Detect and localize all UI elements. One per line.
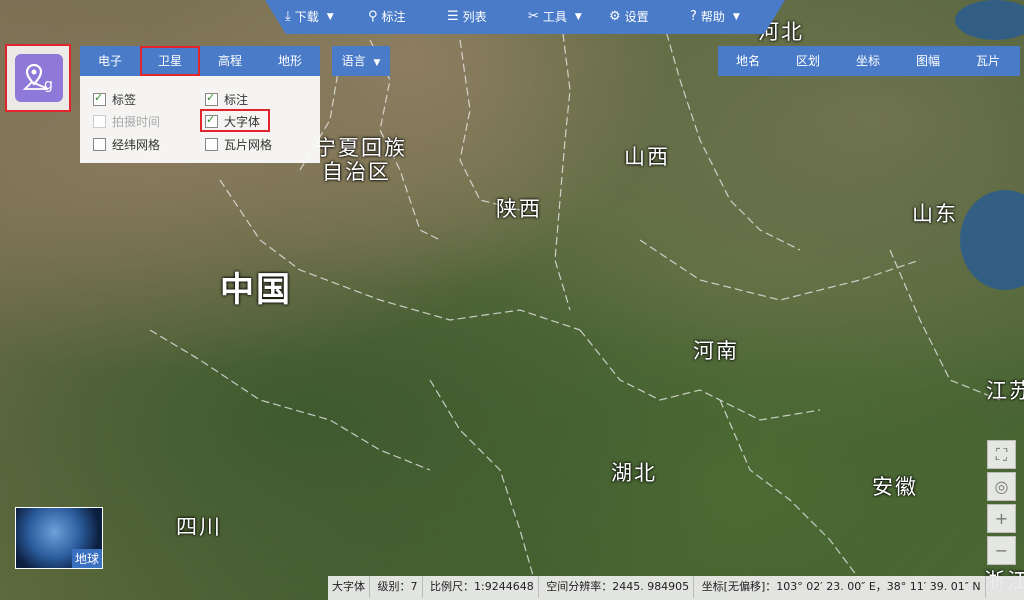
right-tabs: 地名 区划 坐标 图幅 瓦片 xyxy=(718,46,1020,76)
download-label: 下载 xyxy=(294,10,319,24)
map-pin-icon: g xyxy=(15,54,63,102)
annotation-text: 标注 xyxy=(224,93,249,107)
graticule-checkbox[interactable] xyxy=(93,138,106,151)
help-label: 帮助 xyxy=(700,10,725,24)
globe-view-button[interactable]: 地球 xyxy=(15,507,103,569)
capture-time-checkbox xyxy=(93,115,106,128)
status-level: 级别：7 xyxy=(374,576,423,598)
download-menu[interactable]: ⤓ 下载 ▼ xyxy=(285,0,334,34)
country-label: 中国 xyxy=(220,270,292,310)
layer-switch-button[interactable]: g xyxy=(5,44,71,112)
tab-divisions[interactable]: 区划 xyxy=(778,46,838,76)
region-label: 河南 xyxy=(693,339,739,363)
tab-satellite[interactable]: 卫星 xyxy=(140,46,200,76)
region-label: 山西 xyxy=(624,145,670,169)
region-label: 山东 xyxy=(912,202,958,226)
region-label: 安徽 xyxy=(872,475,918,499)
tools-label: 工具 xyxy=(542,10,567,24)
tab-elevation[interactable]: 高程 xyxy=(200,46,260,76)
tab-coordinates[interactable]: 坐标 xyxy=(838,46,898,76)
top-toolbar: ⤓ 下载 ▼ ⚲ 标注 ☰ 列表 ✂ 工具 ▼ ⚙ 设置 ? 帮助 ▼ xyxy=(265,0,785,34)
zoom-out-button[interactable]: − xyxy=(987,536,1016,565)
fullscreen-icon: ⛶ xyxy=(995,445,1008,464)
settings-label: 设置 xyxy=(624,10,649,24)
pin-icon: ⚲ xyxy=(368,9,378,24)
language-label: 语言 xyxy=(341,54,366,68)
plus-icon: + xyxy=(994,509,1009,528)
gear-icon: ⚙ xyxy=(609,9,621,24)
svg-text:g: g xyxy=(44,77,53,93)
region-label: 四川 xyxy=(176,515,222,539)
tab-tiles[interactable]: 瓦片 xyxy=(958,46,1018,76)
annotate-label: 标注 xyxy=(381,10,406,24)
highlight-box xyxy=(200,109,270,132)
status-bar: 大字体 级别：7 比例尺：1:9244648 空间分辨率：2445. 98490… xyxy=(328,576,1024,600)
annotation-checkbox[interactable] xyxy=(205,91,218,106)
layer-tabs: 电子 卫星 高程 地形 xyxy=(80,46,320,76)
tile-grid-checkbox[interactable] xyxy=(205,138,218,151)
help-icon: ? xyxy=(690,9,697,24)
option-graticule[interactable]: 经纬网格 xyxy=(93,136,160,153)
globe-label: 地球 xyxy=(71,549,102,568)
chevron-down-icon: ▼ xyxy=(373,58,381,68)
chevron-down-icon: ▼ xyxy=(732,12,740,22)
label-text: 标签 xyxy=(112,93,137,107)
zoom-in-button[interactable]: + xyxy=(987,504,1016,533)
tab-sheets[interactable]: 图幅 xyxy=(898,46,958,76)
status-resolution: 空间分辨率：2445. 984905 xyxy=(542,576,695,598)
tile-grid-text: 瓦片网格 xyxy=(224,138,273,152)
region-label: 湖北 xyxy=(611,461,657,485)
tab-place-names[interactable]: 地名 xyxy=(718,46,778,76)
download-icon: ⤓ xyxy=(285,9,291,24)
region-label: 江苏 xyxy=(986,379,1024,403)
chevron-down-icon: ▼ xyxy=(326,12,334,22)
help-menu[interactable]: ? 帮助 ▼ xyxy=(690,0,740,34)
settings-button[interactable]: ⚙ 设置 xyxy=(609,0,649,34)
list-icon: ☰ xyxy=(447,9,459,24)
list-button[interactable]: ☰ 列表 xyxy=(447,0,487,34)
chevron-down-icon: ▼ xyxy=(574,12,582,22)
tools-icon: ✂ xyxy=(528,9,539,24)
option-label[interactable]: 标签 xyxy=(93,91,136,108)
region-label: 自治区 xyxy=(322,160,391,184)
status-scale: 比例尺：1:9244648 xyxy=(426,576,539,598)
language-menu[interactable]: 语言 ▼ xyxy=(332,46,390,76)
annotate-button[interactable]: ⚲ 标注 xyxy=(368,0,406,34)
tab-electronic[interactable]: 电子 xyxy=(80,46,140,76)
tab-terrain[interactable]: 地形 xyxy=(260,46,320,76)
tools-menu[interactable]: ✂ 工具 ▼ xyxy=(528,0,582,34)
option-tile-grid[interactable]: 瓦片网格 xyxy=(205,136,272,153)
target-icon: ◎ xyxy=(994,477,1009,496)
option-capture-time: 拍摄时间 xyxy=(93,113,160,130)
option-annotation[interactable]: 标注 xyxy=(205,91,248,108)
list-label: 列表 xyxy=(462,10,487,24)
status-mode: 大字体 xyxy=(328,576,370,598)
locate-button[interactable]: ◎ xyxy=(987,472,1016,501)
graticule-text: 经纬网格 xyxy=(112,138,161,152)
capture-time-text: 拍摄时间 xyxy=(112,115,161,129)
minus-icon: − xyxy=(994,541,1009,560)
region-label: 陕西 xyxy=(496,197,542,221)
status-coordinates: 坐标[无偏移]：103° 02′ 23. 00″ E，38° 11′ 39. 0… xyxy=(698,576,986,598)
label-checkbox[interactable] xyxy=(93,91,106,106)
fullscreen-button[interactable]: ⛶ xyxy=(987,440,1016,469)
